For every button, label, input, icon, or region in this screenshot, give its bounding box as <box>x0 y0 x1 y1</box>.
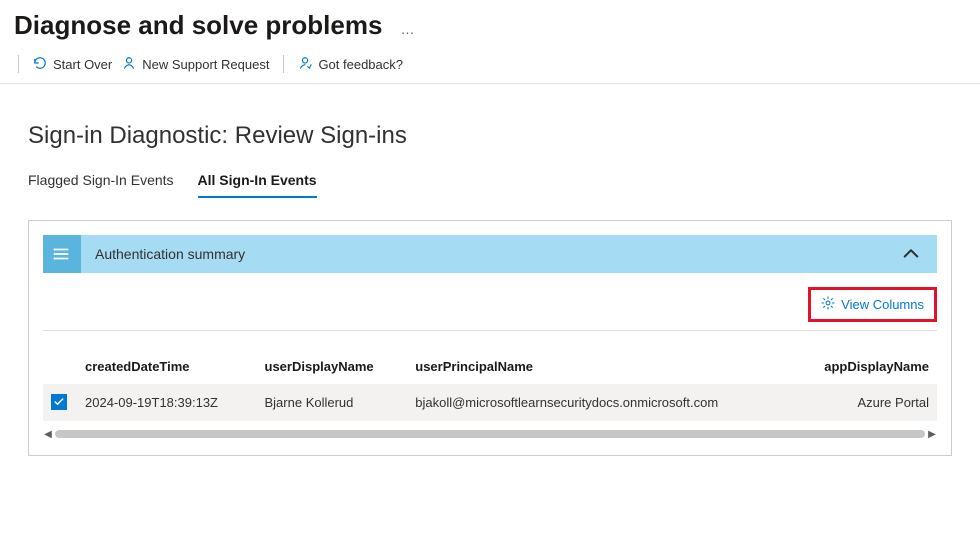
results-panel: Authentication summary View Columns crea… <box>28 220 952 456</box>
got-feedback-button[interactable]: Got feedback? <box>298 56 403 73</box>
more-button[interactable]: … <box>400 21 416 37</box>
section-heading: Sign-in Diagnostic: Review Sign-ins <box>0 84 980 150</box>
view-columns-button[interactable]: View Columns <box>808 287 937 322</box>
new-support-request-label: New Support Request <box>142 57 269 72</box>
col-userPrincipalName[interactable]: userPrincipalName <box>407 349 791 384</box>
tabs: Flagged Sign-In Events All Sign-In Event… <box>0 150 980 198</box>
table-header-row: createdDateTime userDisplayName userPrin… <box>43 349 937 384</box>
table-row[interactable]: 2024-09-19T18:39:13Z Bjarne Kollerud bja… <box>43 384 937 421</box>
col-createdDateTime[interactable]: createdDateTime <box>77 349 257 384</box>
toolbar: Start Over New Support Request Got feedb… <box>0 49 980 84</box>
got-feedback-label: Got feedback? <box>318 57 403 72</box>
tab-flagged-signins[interactable]: Flagged Sign-In Events <box>28 172 174 198</box>
page-title: Diagnose and solve problems <box>14 10 382 41</box>
scroll-left-icon[interactable]: ◀ <box>43 429 53 440</box>
auth-summary-header[interactable]: Authentication summary <box>43 235 937 273</box>
cell-appDisplayName: Azure Portal <box>791 384 937 421</box>
cell-userDisplayName: Bjarne Kollerud <box>257 384 408 421</box>
feedback-icon <box>298 56 312 73</box>
signin-table: createdDateTime userDisplayName userPrin… <box>43 349 937 421</box>
chevron-up-icon[interactable] <box>901 244 921 264</box>
page-header: Diagnose and solve problems … <box>0 0 980 49</box>
start-over-button[interactable]: Start Over <box>33 56 112 73</box>
new-support-request-button[interactable]: New Support Request <box>122 56 269 73</box>
list-icon <box>43 235 81 273</box>
cell-userPrincipalName: bjakoll@microsoftlearnsecuritydocs.onmic… <box>407 384 791 421</box>
cell-createdDateTime: 2024-09-19T18:39:13Z <box>77 384 257 421</box>
col-userDisplayName[interactable]: userDisplayName <box>257 349 408 384</box>
support-icon <box>122 56 136 73</box>
col-appDisplayName[interactable]: appDisplayName <box>791 349 937 384</box>
row-checkbox[interactable] <box>51 394 67 410</box>
horizontal-scrollbar[interactable]: ◀ ▶ <box>43 427 937 441</box>
auth-summary-title: Authentication summary <box>95 246 901 262</box>
start-over-label: Start Over <box>53 57 112 72</box>
divider <box>283 55 284 73</box>
view-columns-label: View Columns <box>841 297 924 312</box>
view-columns-row: View Columns <box>43 287 937 331</box>
scroll-thumb[interactable] <box>55 430 925 438</box>
gear-icon <box>821 296 835 313</box>
scroll-right-icon[interactable]: ▶ <box>927 429 937 440</box>
divider <box>18 55 19 73</box>
refresh-icon <box>33 56 47 73</box>
tab-all-signins[interactable]: All Sign-In Events <box>198 172 317 198</box>
